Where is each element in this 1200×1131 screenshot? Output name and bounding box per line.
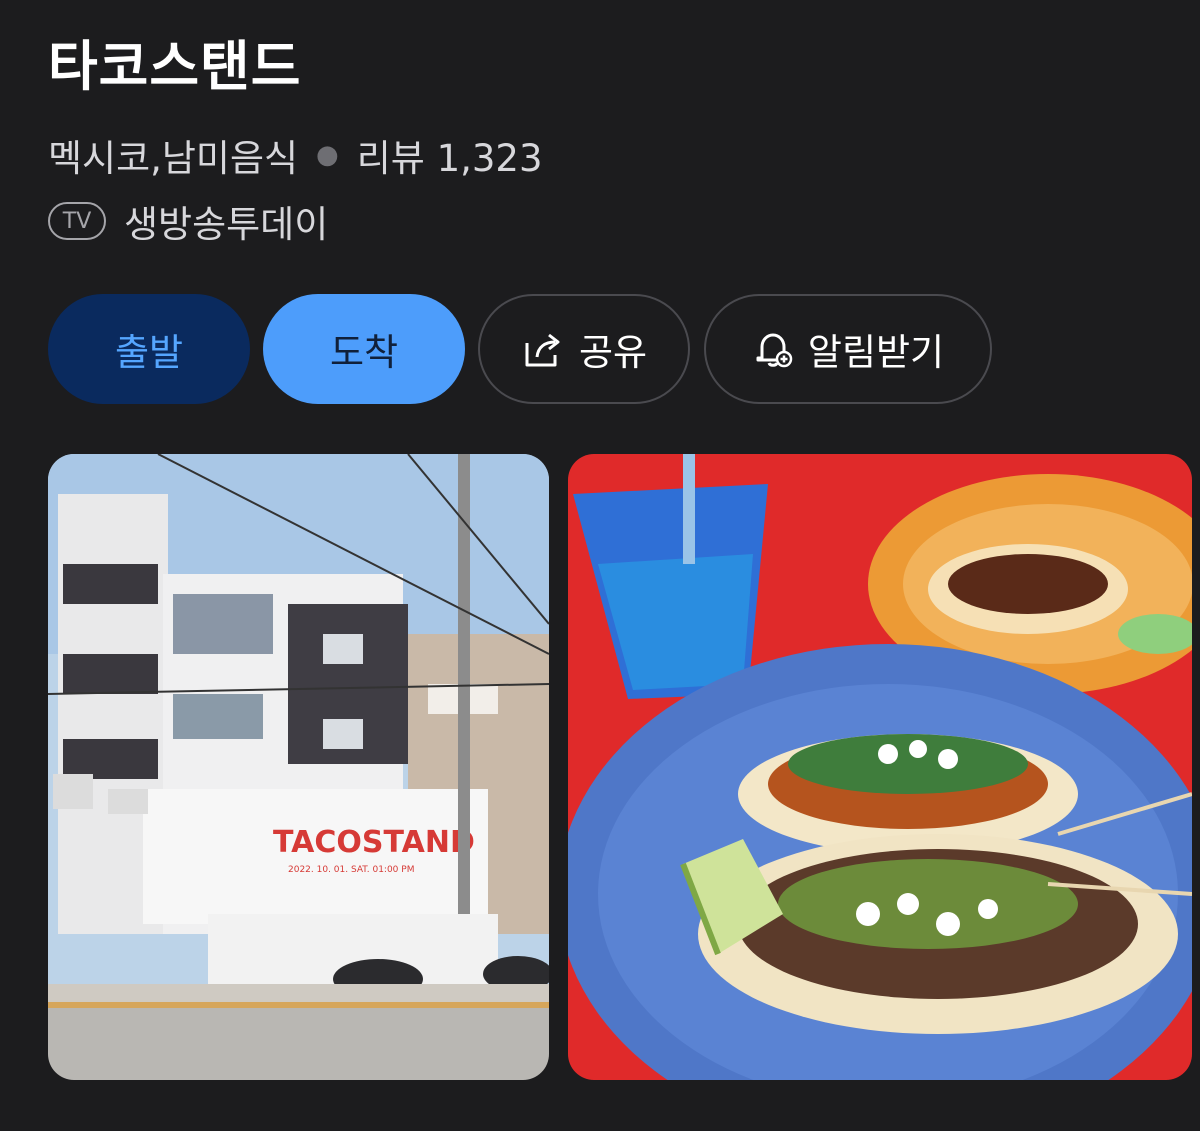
tv-badge-icon: TV [48,202,106,240]
food-photo[interactable] [568,454,1192,1080]
arrive-label: 도착 [329,331,399,374]
share-label: 공유 [578,331,648,374]
notify-button[interactable]: 알림받기 [704,294,992,404]
separator-dot: ● [316,140,339,170]
banner-title: TACOSTAND [273,825,475,860]
banner-subtext: 2022. 10. 01. SAT. 01:00 PM [288,865,414,875]
depart-button[interactable]: 출발 [48,294,250,404]
arrive-button[interactable]: 도착 [263,294,465,404]
tv-show-label: 생방송투데이 [124,203,329,246]
place-meta: 멕시코,남미음식 ● 리뷰 1,323 [48,128,543,182]
category-label: 멕시코,남미음식 [48,137,299,180]
storefront-image: TACOSTAND 2022. 10. 01. SAT. 01:00 PM [48,454,549,1080]
storefront-photo[interactable]: TACOSTAND 2022. 10. 01. SAT. 01:00 PM [48,454,549,1080]
place-title: 타코스탠드 [48,35,302,98]
tacos-image [568,454,1192,1080]
bell-icon [756,333,793,368]
review-count-link[interactable]: 리뷰 1,323 [357,128,543,182]
notify-label: 알림받기 [807,331,945,374]
tv-row[interactable]: TV 생방송투데이 [48,194,328,248]
share-button[interactable]: 공유 [478,294,690,404]
share-icon [525,333,560,367]
depart-label: 출발 [114,331,184,374]
